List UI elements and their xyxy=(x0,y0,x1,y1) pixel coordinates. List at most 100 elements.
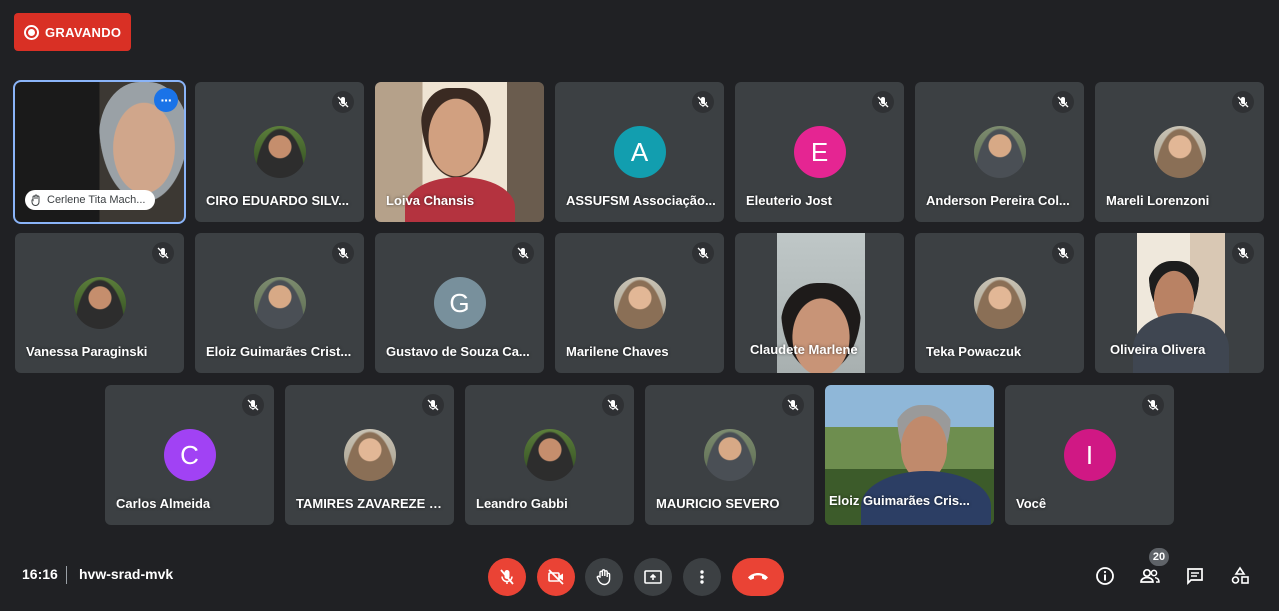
participant-tile-marilene[interactable]: Marilene Chaves xyxy=(555,233,724,373)
mic-off-icon xyxy=(512,242,534,264)
participant-tile-cerlene[interactable]: ··· Cerlene Tita Mach... xyxy=(13,80,186,224)
participant-tile-eleuterio[interactable]: E Eleuterio Jost xyxy=(735,82,904,222)
mic-off-icon xyxy=(782,394,804,416)
participant-name: MAURICIO SEVERO xyxy=(656,496,780,511)
mic-off-icon xyxy=(1052,91,1074,113)
meeting-code: hvw-srad-mvk xyxy=(79,566,174,582)
bottom-toolbar: 16:16 hvw-srad-mvk xyxy=(0,552,1279,600)
participant-name: Mareli Lorenzoni xyxy=(1106,193,1210,208)
videocam-off-icon xyxy=(548,569,564,585)
participant-avatar xyxy=(973,277,1026,329)
participant-tile-vanessa[interactable]: Vanessa Paraginski xyxy=(15,233,184,373)
participant-tile-eloiz[interactable]: Eloiz Guimarães Crist... xyxy=(195,233,364,373)
participant-tile-teka[interactable]: Teka Powaczuk xyxy=(915,233,1084,373)
participant-tile-mauricio[interactable]: MAURICIO SEVERO xyxy=(645,385,814,525)
participant-count-badge: 20 xyxy=(1149,548,1169,566)
participant-name: Loiva Chansis xyxy=(386,193,475,208)
participant-name: Você xyxy=(1016,496,1047,511)
participant-tile-claudete[interactable]: Claudete Marlene xyxy=(735,233,904,373)
participant-tile-eloiz-video[interactable]: Eloiz Guimarães Cris... xyxy=(825,385,994,525)
mic-off-icon xyxy=(602,394,624,416)
participant-name: Eloiz Guimarães Crist... xyxy=(206,344,352,359)
mic-toggle-button[interactable] xyxy=(488,558,526,596)
activities-button[interactable] xyxy=(1227,563,1253,589)
people-button[interactable] xyxy=(1137,563,1163,589)
people-icon xyxy=(1140,568,1160,583)
participant-tile-leandro[interactable]: Leandro Gabbi xyxy=(465,385,634,525)
participant-avatar xyxy=(343,429,396,481)
participant-name: Teka Powaczuk xyxy=(926,344,1022,359)
mic-off-icon xyxy=(422,394,444,416)
mic-off-icon xyxy=(1232,91,1254,113)
participant-avatar xyxy=(253,126,306,178)
participant-name: Carlos Almeida xyxy=(116,496,211,511)
call-end-icon xyxy=(748,573,768,580)
mic-off-icon xyxy=(1142,394,1164,416)
participant-name: Gustavo de Souza Ca... xyxy=(386,344,530,359)
participant-avatar xyxy=(703,429,756,481)
participant-name: Eleuterio Jost xyxy=(746,193,832,208)
mic-off-icon xyxy=(332,242,354,264)
participant-tile-oliveira[interactable]: Oliveira Olivera xyxy=(1095,233,1264,373)
raise-hand-button[interactable] xyxy=(585,558,623,596)
mic-off-icon xyxy=(500,569,514,585)
mic-off-icon xyxy=(692,242,714,264)
participant-avatar xyxy=(73,277,126,329)
participant-name: Oliveira Olivera xyxy=(1110,342,1206,357)
mic-off-icon xyxy=(1052,242,1074,264)
raise-hand-icon xyxy=(596,569,611,586)
mic-off-icon xyxy=(1232,242,1254,264)
participant-avatar: E xyxy=(793,126,846,178)
participant-tile-assufsm[interactable]: A ASSUFSM Associação... xyxy=(555,82,724,222)
raise-hand-icon xyxy=(31,194,40,206)
participant-avatar: I xyxy=(1063,429,1116,481)
participant-name: TAMIRES ZAVAREZE D... xyxy=(296,496,446,511)
more-options-icon[interactable]: ··· xyxy=(154,88,178,112)
participant-name: CIRO EDUARDO SILV... xyxy=(206,193,350,208)
participant-avatar xyxy=(613,277,666,329)
record-icon xyxy=(24,24,39,40)
present-button[interactable] xyxy=(634,558,672,596)
activities-icon xyxy=(1231,566,1249,584)
participant-tile-anderson[interactable]: Anderson Pereira Col... xyxy=(915,82,1084,222)
participant-tile-mareli[interactable]: Mareli Lorenzoni xyxy=(1095,82,1264,222)
participant-name: Claudete Marlene xyxy=(750,342,858,357)
mic-off-icon xyxy=(872,91,894,113)
participant-avatar xyxy=(973,126,1026,178)
mic-off-icon xyxy=(332,91,354,113)
meet-call-window: GRAVANDO ··· Cerlene Tita Mach... CIRO E… xyxy=(0,0,1279,611)
participant-tile-loiva[interactable]: Loiva Chansis xyxy=(375,82,544,222)
camera-toggle-button[interactable] xyxy=(537,558,575,596)
participant-name-chip: Cerlene Tita Mach... xyxy=(25,190,156,210)
chat-button[interactable] xyxy=(1182,563,1208,589)
recording-badge[interactable]: GRAVANDO xyxy=(14,13,131,51)
participant-tile-gustavo[interactable]: G Gustavo de Souza Ca... xyxy=(375,233,544,373)
participant-avatar: C xyxy=(163,429,216,481)
divider xyxy=(66,566,67,584)
participant-tile-self[interactable]: I Você xyxy=(1005,385,1174,525)
participant-name: ASSUFSM Associação... xyxy=(566,193,716,208)
recording-label: GRAVANDO xyxy=(45,24,122,40)
more-vert-icon xyxy=(700,570,704,584)
participant-avatar xyxy=(253,277,306,329)
participant-avatar: G xyxy=(433,277,486,329)
participant-avatar xyxy=(523,429,576,481)
more-options-button[interactable] xyxy=(683,558,721,596)
present-screen-icon xyxy=(644,570,662,584)
participant-avatar xyxy=(1153,126,1206,178)
mic-off-icon xyxy=(152,242,174,264)
mic-off-icon xyxy=(242,394,264,416)
meeting-info-button[interactable] xyxy=(1092,563,1118,589)
participant-tile-carlos[interactable]: C Carlos Almeida xyxy=(105,385,274,525)
participant-name: Vanessa Paraginski xyxy=(26,344,148,359)
mic-off-icon xyxy=(692,91,714,113)
info-icon xyxy=(1096,567,1114,585)
participant-name: Eloiz Guimarães Cris... xyxy=(829,493,970,508)
participant-name: Marilene Chaves xyxy=(566,344,669,359)
participant-avatar: A xyxy=(613,126,666,178)
participant-tile-ciro[interactable]: CIRO EDUARDO SILV... xyxy=(195,82,364,222)
clock: 16:16 xyxy=(22,566,58,582)
participant-name: Leandro Gabbi xyxy=(476,496,568,511)
leave-call-button[interactable] xyxy=(732,558,784,596)
participant-tile-tamires[interactable]: TAMIRES ZAVAREZE D... xyxy=(285,385,454,525)
